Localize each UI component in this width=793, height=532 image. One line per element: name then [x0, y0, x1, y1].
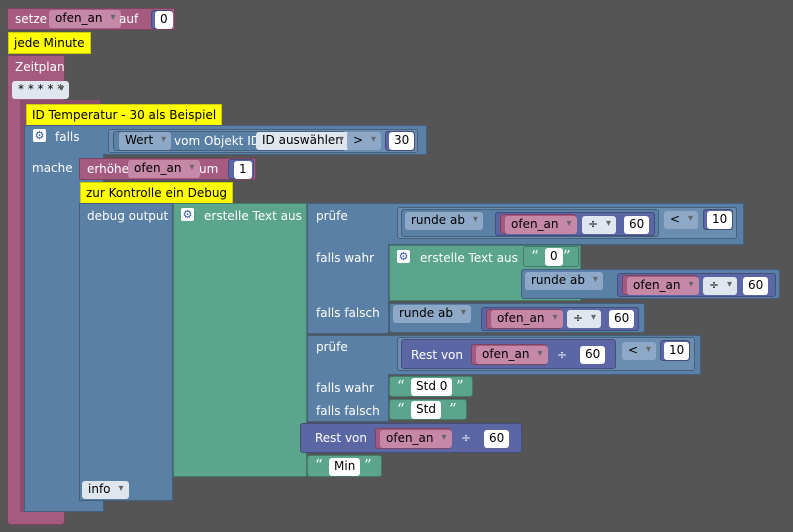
false-variable-dropdown[interactable]: ofen_an [491, 310, 563, 328]
ternary2-cmp-value-block[interactable]: 10 [660, 340, 690, 361]
ternary1-false-label: falls falsch [316, 306, 380, 320]
operator-dropdown[interactable]: > [347, 132, 382, 150]
ternary2-divisor-field[interactable]: 60 [580, 346, 606, 364]
debug-output-block[interactable] [79, 203, 173, 501]
select-id-button[interactable]: ID auswählen [256, 132, 349, 150]
set-label: setze [15, 12, 48, 26]
quote-open-icon: “ [315, 456, 323, 474]
false-divide-op[interactable]: ÷ [567, 310, 602, 328]
inner-divide-op[interactable]: ÷ [703, 277, 738, 295]
quote-close-icon: ” [449, 400, 457, 418]
set-to-label: auf [119, 12, 139, 26]
inner-variable-dropdown[interactable]: ofen_an [627, 277, 699, 295]
ternary1-variable-dropdown[interactable]: ofen_an [505, 216, 577, 234]
do-label: mache [32, 161, 73, 175]
schedule-label: Zeitplan [15, 60, 65, 74]
threshold-block[interactable]: 30 [385, 131, 415, 151]
set-value-field[interactable]: 0 [155, 11, 173, 29]
ternary2-test-label: prüfe [316, 340, 348, 354]
quote-close-icon: ” [364, 456, 372, 474]
comment-debug[interactable]: zur Kontrolle ein Debug [80, 182, 234, 204]
quote-close-icon: ” [456, 377, 464, 395]
false-divisor-field[interactable]: 60 [609, 310, 635, 328]
ternary1-cmp-value-block[interactable]: 10 [703, 209, 733, 230]
text-join-label: erstelle Text aus [204, 209, 302, 223]
rest-divide-op: ÷ [461, 431, 472, 445]
debug-output-label: debug output [87, 209, 169, 223]
ternary1-true-label: falls wahr [316, 251, 375, 265]
ternary2-compare-op[interactable]: < [622, 342, 657, 360]
ternary2-variable-dropdown[interactable]: ofen_an [476, 346, 548, 364]
ternary1-divide-op[interactable]: ÷ [582, 216, 617, 234]
comment-temperature[interactable]: ID Temperatur - 30 als Beispiel [26, 104, 223, 126]
zero-text-field[interactable]: 0 [545, 248, 563, 266]
gear-icon[interactable]: ⚙ [33, 129, 46, 142]
rest-label: Rest von [315, 431, 368, 445]
of-object-label: vom Objekt ID [174, 134, 260, 148]
set-value-block[interactable]: 0 [151, 10, 173, 29]
quote-close-icon: ” [563, 247, 571, 265]
value-type-dropdown[interactable]: Wert [119, 132, 172, 150]
rest-variable-dropdown[interactable]: ofen_an [380, 430, 452, 448]
increment-value-block[interactable]: 1 [228, 159, 254, 179]
ternary2-false-label: falls falsch [316, 404, 380, 418]
gear-icon[interactable]: ⚙ [397, 250, 410, 263]
quote-open-icon: “ [397, 377, 405, 395]
std-text-field[interactable]: Std [411, 401, 441, 419]
inner-round-dropdown[interactable]: runde ab [525, 272, 603, 290]
increment-value-field[interactable]: 1 [234, 161, 252, 179]
ternary1-test-label: prüfe [316, 209, 348, 223]
comment-every-minute[interactable]: jede Minute [8, 32, 91, 54]
quote-open-icon: “ [397, 400, 405, 418]
min-text-field[interactable]: Min [329, 458, 361, 476]
ternary2-cmp-value-field[interactable]: 10 [664, 342, 690, 360]
ternary2-rest-label: Rest von [411, 348, 464, 362]
round-dropdown[interactable]: runde ab [405, 212, 483, 230]
quote-open-icon: “ [531, 247, 539, 265]
inner-text-join-label: erstelle Text aus [420, 251, 518, 265]
set-variable-block[interactable]: setze ofen_an auf 0 [7, 8, 175, 30]
gear-icon[interactable]: ⚙ [181, 208, 194, 221]
schedule-cron-field[interactable]: * * * * * [12, 81, 70, 99]
std0-text-field[interactable]: Std 0 [411, 378, 453, 396]
ternary2-divide-op: ÷ [557, 348, 568, 362]
ternary1-compare-op[interactable]: < [664, 211, 699, 229]
ternary2-true-label: falls wahr [316, 381, 375, 395]
debug-level-dropdown[interactable]: info [82, 481, 129, 499]
ternary1-cmp-value-field[interactable]: 10 [707, 211, 733, 229]
false-round-dropdown[interactable]: runde ab [393, 305, 471, 323]
set-variable-dropdown[interactable]: ofen_an [49, 10, 121, 28]
increment-variable-dropdown[interactable]: ofen_an [128, 160, 200, 178]
if-label: falls [55, 130, 80, 144]
inner-divisor-field[interactable]: 60 [743, 277, 769, 295]
rest-divisor-field[interactable]: 60 [484, 430, 510, 448]
ternary1-divisor-field[interactable]: 60 [624, 216, 650, 234]
threshold-field[interactable]: 30 [389, 132, 415, 150]
increment-label: erhöhe [87, 162, 130, 176]
increment-by-label: um [199, 162, 219, 176]
text-join-block[interactable] [173, 203, 307, 477]
